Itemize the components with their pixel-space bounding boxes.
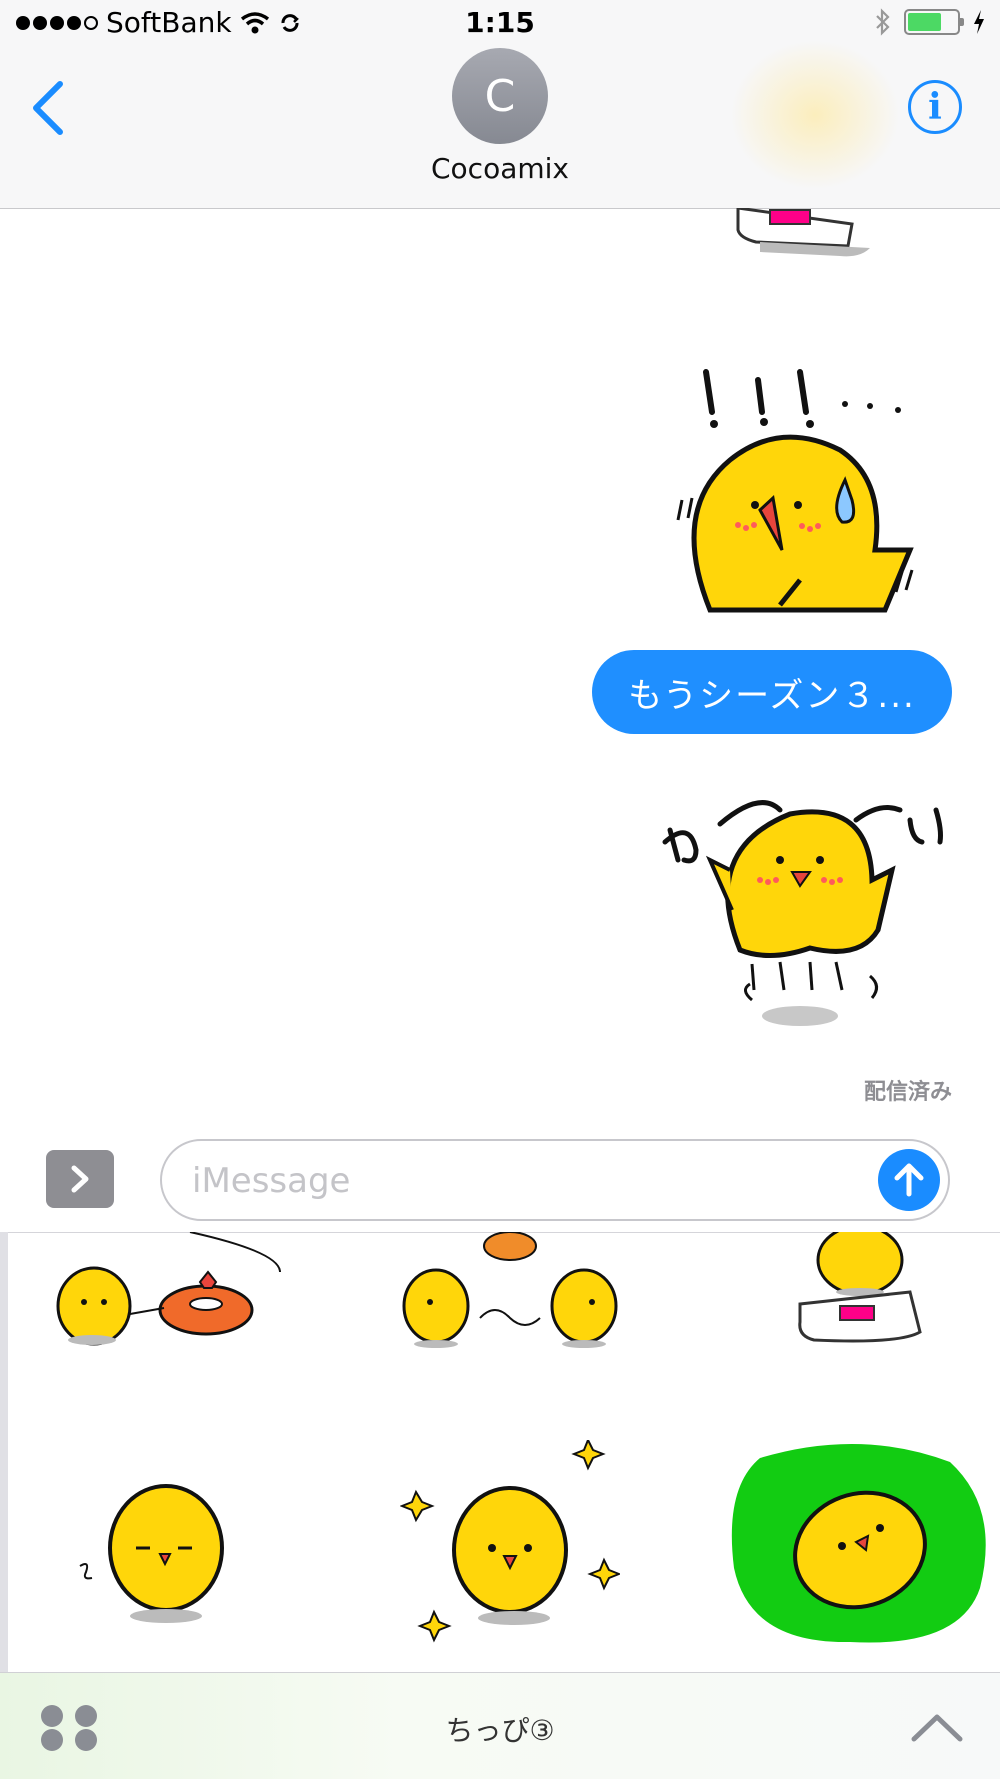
contact-avatar[interactable]: C	[452, 48, 548, 144]
expand-apps-button[interactable]	[46, 1150, 114, 1208]
charging-icon	[974, 10, 984, 34]
back-chevron-icon[interactable]	[24, 72, 74, 142]
message-text: もうシーズン３...	[628, 675, 916, 716]
imessage-input[interactable]: iMessage	[160, 1139, 950, 1221]
weighing-scale-sticker[interactable]	[720, 208, 890, 258]
chevron-up-icon[interactable]	[910, 1709, 964, 1745]
sticker-grass-chick[interactable]	[730, 1438, 990, 1648]
avatar-initial: C	[484, 70, 516, 122]
sticker-scale-chick[interactable]	[780, 1232, 940, 1352]
bluetooth-icon	[876, 8, 890, 36]
sticker-dancing-chicks[interactable]	[380, 1232, 640, 1352]
delivery-status: 配信済み	[863, 1080, 952, 1105]
chevron-right-icon	[71, 1165, 89, 1193]
sticker-donut-chick[interactable]	[40, 1232, 290, 1352]
sticker-pack-name: ちっぴ③	[445, 1714, 555, 1747]
sent-message-bubble[interactable]: もうシーズン３...	[592, 650, 952, 734]
contact-name[interactable]: Cocoamix	[0, 152, 1000, 185]
app-drawer-bar: ちっぴ③	[0, 1672, 1000, 1779]
arrow-up-icon	[894, 1163, 924, 1197]
battery-icon	[904, 9, 964, 35]
send-button[interactable]	[878, 1149, 940, 1211]
status-bar: SoftBank 1:15	[0, 0, 1000, 48]
sticker-sparkle-chick[interactable]	[400, 1440, 620, 1650]
shocked-chick-sticker[interactable]	[670, 360, 930, 620]
status-time: 1:15	[465, 6, 535, 39]
jumping-chick-sticker[interactable]	[660, 790, 950, 1030]
info-icon[interactable]: i	[908, 80, 962, 134]
input-placeholder: iMessage	[192, 1161, 351, 1201]
tray-edge	[0, 1232, 8, 1672]
sticker-sigh-chick[interactable]	[70, 1470, 240, 1630]
